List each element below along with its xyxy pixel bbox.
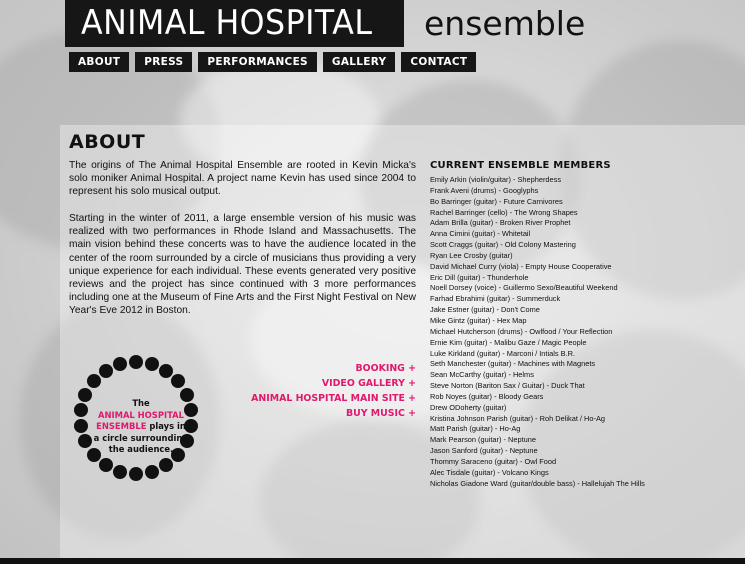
member-item: Nicholas Giadone Ward (guitar/double bas… (430, 478, 645, 488)
circle-dot (144, 357, 159, 372)
circle-dot (113, 357, 128, 372)
member-item: Drew ODoherty (guitar) (430, 402, 507, 412)
about-paragraph: Starting in the winter of 2011, a large … (69, 213, 416, 316)
about-text: The origins of The Animal Hospital Ensem… (69, 159, 416, 331)
about-heading: ABOUT (69, 131, 146, 153)
member-item: Alec Tisdale (guitar) - Volcano Kings (430, 467, 549, 477)
booking-link[interactable]: BOOKING + (251, 361, 417, 376)
members-list: Emily Arkin (violin/guitar) - Shepherdes… (430, 175, 730, 489)
circle-dot (129, 355, 143, 369)
members-section: CURRENT ENSEMBLE MEMBERS Emily Arkin (vi… (430, 160, 730, 489)
buy-music-link[interactable]: BUY MUSIC + (251, 406, 416, 421)
main-site-link[interactable]: ANIMAL HOSPITAL MAIN SITE + (251, 391, 416, 406)
member-item: Bo Barringer (guitar) - Future Carnivore… (430, 196, 563, 206)
member-item: Noell Dorsey (voice) - Guillermo Sexo/Be… (430, 283, 618, 293)
site-subtitle: ensemble (424, 4, 586, 43)
site-title[interactable]: ANIMAL HOSPITAL (81, 0, 372, 47)
member-item: Luke Kirkland (guitar) - Marconi / Intia… (430, 348, 575, 358)
member-item: Adam Brilla (guitar) - Broken River Prop… (430, 218, 571, 228)
member-item: Ernie Kim (guitar) - Malibu Gaze / Magic… (430, 337, 587, 347)
circle-dot (73, 403, 88, 418)
member-item: Sean McCarthy (guitar) - Helms (430, 370, 534, 380)
nav-gallery[interactable]: GALLERY (322, 52, 396, 72)
member-item: Steve Norton (Bariton Sax / Guitar) - Du… (430, 381, 585, 391)
member-item: Frank Aveni (drums) - Googlyphs (430, 185, 539, 195)
member-item: Jake Estner (guitar) - Don't Come (430, 305, 540, 315)
circle-dot (86, 374, 101, 389)
site-title-block[interactable]: ANIMAL HOSPITAL (65, 0, 405, 47)
member-item: Ryan Lee Crosby (guitar) (430, 250, 513, 260)
nav-performances[interactable]: PERFORMANCES (198, 52, 317, 72)
nav-contact[interactable]: CONTACT (401, 52, 477, 72)
circle-dot (113, 464, 128, 479)
circle-dot (78, 387, 93, 402)
circle-dot (78, 434, 93, 449)
circle-caption-intro: The (132, 398, 150, 408)
member-item: Eric Dill (guitar) - Thunderhole (430, 272, 529, 282)
member-item: Michael Hutcherson (drums) - Owlfood / Y… (430, 326, 613, 336)
nav-about[interactable]: ABOUT (69, 52, 130, 72)
circle-dot (98, 458, 113, 473)
circle-caption: The ANIMAL HOSPITAL ENSEMBLE plays in a … (93, 398, 189, 456)
member-item: Mark Pearson (guitar) - Neptune (430, 435, 536, 445)
member-item: Scott Craggs (guitar) - Old Colony Maste… (430, 240, 576, 250)
member-item: Matt Parish (guitar) - Ho-Ag (430, 424, 521, 434)
member-item: Mike Gintz (guitar) - Hex Map (430, 315, 527, 325)
circle-dot (98, 363, 113, 378)
member-item: Kristina Johnson Parish (guitar) - Roh D… (430, 413, 605, 423)
main-nav: ABOUT PRESS PERFORMANCES GALLERY CONTACT (69, 52, 477, 72)
members-heading: CURRENT ENSEMBLE MEMBERS (430, 160, 611, 171)
footer-bar (0, 558, 745, 564)
member-item: David Michael Curry (viola) - Empty Hous… (430, 261, 612, 271)
member-item: Thommy Saraceno (guitar) - Owl Food (430, 456, 557, 466)
member-item: Seth Manchester (guitar) - Machines with… (430, 359, 596, 369)
nav-press[interactable]: PRESS (135, 52, 193, 72)
member-item: Rachel Barringer (cello) - The Wrong Sha… (430, 207, 578, 217)
video-gallery-link[interactable]: VIDEO GALLERY + (251, 376, 416, 391)
member-item: Anna Cimini (guitar) - Whitetail (430, 229, 531, 239)
member-item: Farhad Ebrahimi (guitar) - Summerduck (430, 294, 561, 304)
circle-dot (159, 363, 174, 378)
member-item: Rob Noyes (guitar) - Bloody Gears (430, 391, 544, 401)
member-item: Jason Sanford (guitar) - Neptune (430, 446, 538, 456)
circle-dot (171, 374, 186, 389)
about-paragraph: The origins of The Animal Hospital Ensem… (69, 160, 416, 198)
circle-dot (129, 467, 143, 481)
circle-dot (159, 458, 174, 473)
quick-links: BOOKING + VIDEO GALLERY + ANIMAL HOSPITA… (251, 361, 416, 421)
circle-dot (144, 464, 159, 479)
member-item: Emily Arkin (violin/guitar) - Shepherdes… (430, 175, 562, 184)
circle-dot (73, 418, 88, 433)
